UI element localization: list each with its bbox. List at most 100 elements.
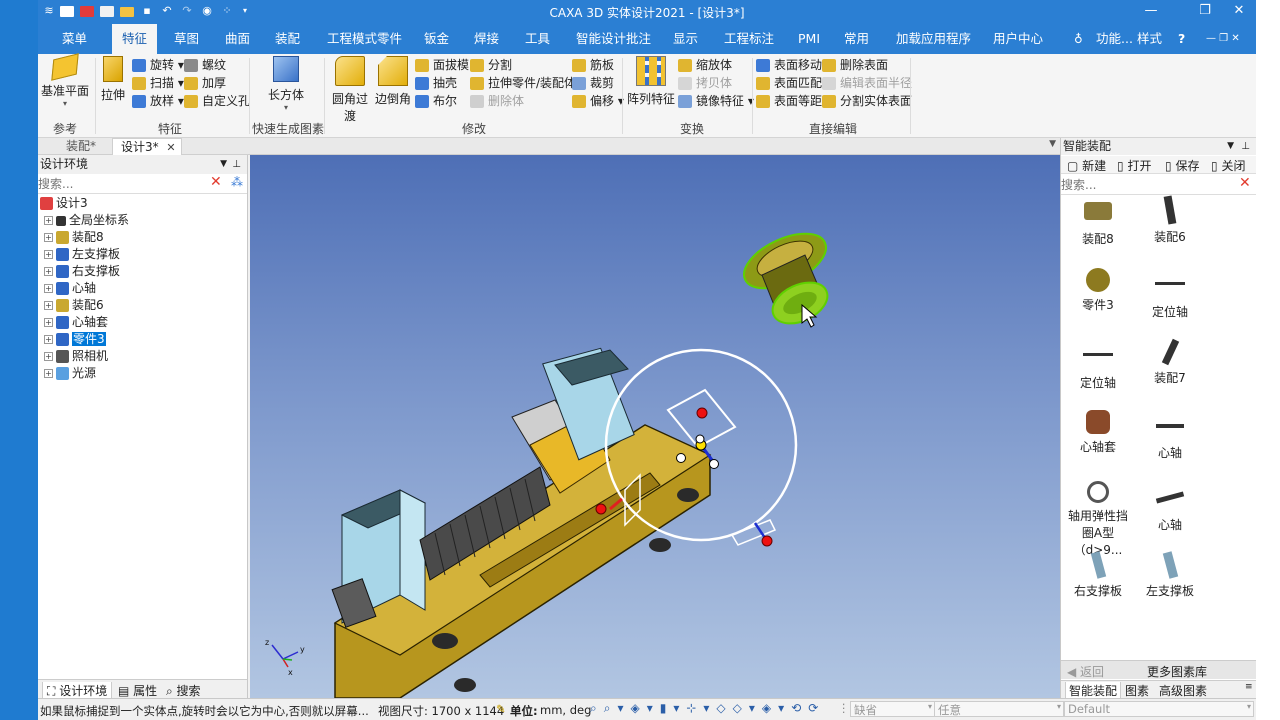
panel-dropdown-icon[interactable]: ▼ — [1227, 138, 1234, 155]
handle-dot-white[interactable] — [695, 434, 705, 444]
library-item[interactable]: 装配7 — [1135, 338, 1205, 386]
delete-face-button[interactable]: 删除表面 — [822, 57, 888, 74]
tree-item-spindle[interactable]: + 心轴 — [44, 280, 96, 297]
offset-face-button[interactable]: 表面等距 — [756, 93, 822, 110]
box-button[interactable]: 长方体 ▾ — [260, 56, 312, 112]
loft-button[interactable]: 放样 ▾ — [132, 93, 184, 110]
draft-button[interactable]: 面拔模 — [415, 57, 469, 74]
ribbon-minimize-icon[interactable]: — ❐ ✕ — [1206, 24, 1240, 54]
move-face-button[interactable]: 表面移动 — [756, 57, 822, 74]
trim-button[interactable]: 裁剪 — [572, 75, 614, 92]
library-item[interactable]: 左支撑板 — [1135, 551, 1205, 599]
search-input[interactable] — [38, 175, 206, 192]
tab-engineering-part[interactable]: 工程模式零件 — [327, 24, 402, 54]
library-item[interactable]: 定位轴 — [1135, 268, 1205, 320]
combo-default-material[interactable]: 缺省 ▾ — [850, 701, 935, 717]
split-face-button[interactable]: 分割实体表面 — [822, 93, 912, 110]
help-icon[interactable]: ? — [1178, 24, 1185, 54]
rib-button[interactable]: 筋板 — [572, 57, 614, 74]
expand-icon[interactable]: + — [44, 318, 53, 327]
revolve-button[interactable]: 旋转 ▾ — [132, 57, 184, 74]
mirror-feature-button[interactable]: 镜像特征 ▾ — [678, 93, 754, 110]
tab-search[interactable]: ⌕ 搜索 — [166, 682, 201, 699]
tree-item-right-plate[interactable]: + 右支撑板 — [44, 263, 120, 280]
match-face-button[interactable]: 表面匹配 — [756, 75, 822, 92]
thread-button[interactable]: 螺纹 — [184, 57, 226, 74]
pin-icon[interactable]: ⊥ — [232, 155, 241, 174]
tab-advanced-primitives[interactable]: 高级图素 — [1159, 682, 1207, 699]
expand-icon[interactable]: + — [44, 250, 53, 259]
3d-viewport[interactable]: z y x — [250, 155, 1060, 699]
shell-button[interactable]: 抽壳 — [415, 75, 457, 92]
tab-common[interactable]: 常用 — [844, 24, 869, 54]
library-item[interactable]: 装配8 — [1063, 196, 1133, 247]
filter-icon[interactable]: ⁂ — [231, 175, 243, 189]
tab-tools[interactable]: 工具 — [525, 24, 550, 54]
tree-item-light[interactable]: + 光源 — [44, 365, 96, 382]
tab-load-apps[interactable]: 加载应用程序 — [896, 24, 971, 54]
handle-dot-red[interactable] — [761, 535, 773, 547]
library-item[interactable]: 零件3 — [1063, 268, 1133, 313]
tab-engineering-dimension[interactable]: 工程标注 — [724, 24, 774, 54]
tab-sketch[interactable]: 草图 — [174, 24, 199, 54]
expand-icon[interactable]: + — [44, 335, 53, 344]
tab-list-dropdown-icon[interactable]: ▼ — [1049, 139, 1056, 149]
fillet-button[interactable]: 圆角过渡 — [328, 56, 372, 124]
handle-dot-white[interactable] — [709, 459, 719, 469]
tree-item-left-plate[interactable]: + 左支撑板 — [44, 246, 120, 263]
clear-search-icon[interactable]: ✕ — [210, 174, 222, 190]
library-search-input[interactable] — [1061, 176, 1233, 193]
lightbulb-icon[interactable]: ♁ — [1074, 24, 1083, 54]
boolean-button[interactable]: 布尔 — [415, 93, 457, 110]
scale-body-button[interactable]: 缩放体 — [678, 57, 732, 74]
close-library-button[interactable]: ▯ 关闭 — [1211, 157, 1245, 174]
tab-menu[interactable]: 菜单 — [62, 24, 87, 54]
pattern-button[interactable]: 阵列特征 — [626, 56, 676, 107]
handle-dot-red[interactable] — [595, 503, 607, 515]
library-item[interactable]: 心轴套 — [1063, 410, 1133, 455]
sweep-button[interactable]: 扫描 ▾ — [132, 75, 184, 92]
clear-search-icon[interactable]: ✕ — [1239, 175, 1251, 191]
tab-menu-icon[interactable]: ≡ — [1245, 682, 1253, 692]
expand-icon[interactable]: + — [44, 352, 53, 361]
tree-root[interactable]: 设计3 — [40, 195, 88, 212]
tree-item-camera[interactable]: + 照相机 — [44, 348, 108, 365]
tab-sheetmetal[interactable]: 钣金 — [424, 24, 449, 54]
tab-properties[interactable]: ▤ 属性 — [118, 682, 157, 699]
expand-icon[interactable]: + — [44, 369, 53, 378]
thicken-button[interactable]: 加厚 — [184, 75, 226, 92]
tree-item-part3[interactable]: + 零件3 — [44, 331, 106, 348]
extrude-button[interactable]: 拉伸 — [98, 56, 128, 103]
expand-icon[interactable]: + — [44, 301, 53, 310]
back-button[interactable]: ◀ 返回 — [1067, 663, 1104, 680]
custom-hole-button[interactable]: 自定义孔 — [184, 93, 250, 110]
tab-feature[interactable]: 特征 — [112, 24, 158, 54]
tab-weld[interactable]: 焊接 — [474, 24, 499, 54]
expand-icon[interactable]: + — [44, 233, 53, 242]
pull-part-button[interactable]: 拉伸零件/装配体 — [470, 75, 576, 92]
tab-user-center[interactable]: 用户中心 — [993, 24, 1043, 54]
style-menu[interactable]: 样式 — [1137, 24, 1162, 54]
tab-display[interactable]: 显示 — [673, 24, 698, 54]
tree-item-assembly8[interactable]: + 装配8 — [44, 229, 104, 246]
doc-tab-design3[interactable]: 设计3* ✕ — [112, 138, 182, 155]
combo-default-style[interactable]: Default ▾ — [1064, 701, 1254, 717]
tab-smart-annotation[interactable]: 智能设计批注 — [576, 24, 651, 54]
tree-item-spindle-sleeve[interactable]: + 心轴套 — [44, 314, 108, 331]
expand-icon[interactable]: + — [44, 216, 53, 225]
panel-dropdown-icon[interactable]: ▼ — [220, 155, 227, 174]
library-item[interactable]: 心轴 — [1135, 410, 1205, 461]
library-item[interactable]: 心轴 — [1135, 481, 1205, 533]
tab-pmi[interactable]: PMI — [798, 24, 820, 54]
datum-plane-button[interactable]: 基准平面 ▾ — [40, 53, 90, 108]
split-button[interactable]: 分割 — [470, 57, 512, 74]
handle-dot-white[interactable] — [676, 453, 686, 463]
library-item[interactable]: 轴用弹性挡圈A型（d>9... — [1063, 481, 1133, 558]
tab-primitives[interactable]: 图素 — [1125, 682, 1149, 699]
tab-assembly[interactable]: 装配 — [275, 24, 300, 54]
copy-body-button[interactable]: 拷贝体 — [678, 75, 732, 92]
tree-item-assembly6[interactable]: + 装配6 — [44, 297, 104, 314]
restore-button[interactable]: ❐ — [1188, 0, 1222, 24]
expand-icon[interactable]: + — [44, 267, 53, 276]
close-window-button[interactable]: ✕ — [1222, 0, 1256, 24]
